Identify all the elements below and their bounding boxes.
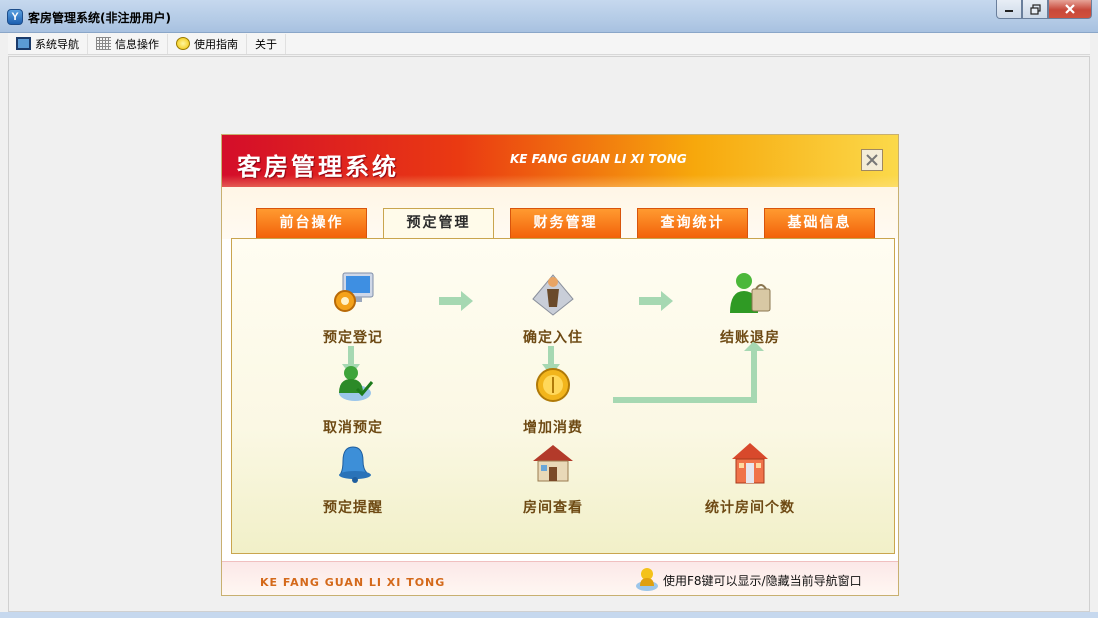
item-room-view[interactable]: 房间查看 [493, 439, 613, 517]
smiley-icon [176, 37, 190, 50]
minimize-icon [1005, 10, 1013, 12]
navigator-panel: 客房管理系统 KE FANG GUAN LI XI TONG 前台操作 预定管理… [221, 134, 899, 596]
item-add-consumption[interactable]: 增加消费 [493, 359, 613, 437]
navigator-tabs: 前台操作 预定管理 财务管理 查询统计 基础信息 [256, 208, 891, 239]
item-confirm-checkin[interactable]: 确定入住 [493, 269, 613, 347]
house-icon [533, 445, 573, 482]
item-cancel-reservation[interactable]: 取消预定 [293, 359, 413, 437]
item-label: 增加消费 [523, 420, 583, 436]
window-title: 客房管理系统(非注册用户) [28, 11, 171, 25]
tab-front-desk[interactable]: 前台操作 [256, 208, 367, 238]
tab-query-stats[interactable]: 查询统计 [637, 208, 748, 238]
item-label: 结账退房 [720, 330, 780, 346]
coin-icon [536, 368, 570, 402]
navigator-close-button[interactable] [861, 149, 883, 171]
navigator-footer: KE FANG GUAN LI XI TONG 使用F8键可以显示/隐藏当前导航… [222, 561, 898, 595]
tab-content: 预定登记 确定入住 结账退房 取消预定 增加消费 预定提醒 房间查看 统计房间个… [231, 238, 895, 554]
menu-system-navigation[interactable]: 系统导航 [8, 33, 88, 54]
shopper-icon [730, 273, 771, 313]
menu-label: 使用指南 [194, 37, 238, 51]
item-label: 房间查看 [523, 500, 583, 516]
arrow-elbow [613, 341, 764, 403]
menu-about[interactable]: 关于 [247, 33, 286, 54]
navigator-subtitle: KE FANG GUAN LI XI TONG [510, 152, 687, 166]
item-label: 预定登记 [323, 330, 383, 346]
item-label: 统计房间个数 [705, 500, 795, 516]
window-controls [996, 0, 1092, 20]
monitor-gear-icon [334, 272, 374, 312]
item-reservation-register[interactable]: 预定登记 [293, 269, 413, 347]
item-label: 确定入住 [523, 330, 583, 346]
person-icon [532, 274, 574, 316]
building-icon [732, 443, 768, 484]
restore-icon [1029, 3, 1041, 15]
navigator-title: 客房管理系统 [237, 153, 399, 181]
close-icon [1065, 4, 1075, 14]
tab-finance[interactable]: 财务管理 [510, 208, 621, 238]
arrow-right-1 [439, 291, 473, 311]
title-bar: Y 客房管理系统(非注册用户) [0, 0, 1098, 33]
restore-button[interactable] [1022, 0, 1048, 19]
menu-user-guide[interactable]: 使用指南 [168, 33, 247, 54]
item-checkout[interactable]: 结账退房 [690, 269, 810, 347]
minimize-button[interactable] [996, 0, 1022, 19]
footer-brand: KE FANG GUAN LI XI TONG [260, 576, 446, 589]
item-label: 预定提醒 [323, 500, 383, 516]
monitor-icon [16, 37, 31, 50]
menu-info-operation[interactable]: 信息操作 [88, 33, 168, 54]
arrow-right-2 [639, 291, 673, 311]
item-count-rooms[interactable]: 统计房间个数 [690, 439, 810, 517]
window-bottom-border [0, 612, 1098, 618]
tip-user-icon [636, 568, 658, 591]
item-label: 取消预定 [323, 420, 383, 436]
navigator-header: 客房管理系统 KE FANG GUAN LI XI TONG [222, 135, 898, 187]
close-icon [866, 154, 878, 166]
item-reservation-reminder[interactable]: 预定提醒 [293, 439, 413, 517]
menu-label: 关于 [255, 37, 277, 51]
footer-tip: 使用F8键可以显示/隐藏当前导航窗口 [663, 574, 862, 588]
user-check-icon [339, 366, 374, 401]
app-icon: Y [7, 9, 23, 25]
grid-icon [96, 37, 111, 50]
close-button[interactable] [1048, 0, 1092, 19]
bell-icon [339, 446, 371, 483]
menu-label: 系统导航 [35, 37, 79, 51]
menu-label: 信息操作 [115, 37, 159, 51]
tab-basic-info[interactable]: 基础信息 [764, 208, 875, 238]
menu-bar: 系统导航 信息操作 使用指南 关于 [8, 33, 1090, 55]
tab-reservation[interactable]: 预定管理 [383, 208, 494, 239]
